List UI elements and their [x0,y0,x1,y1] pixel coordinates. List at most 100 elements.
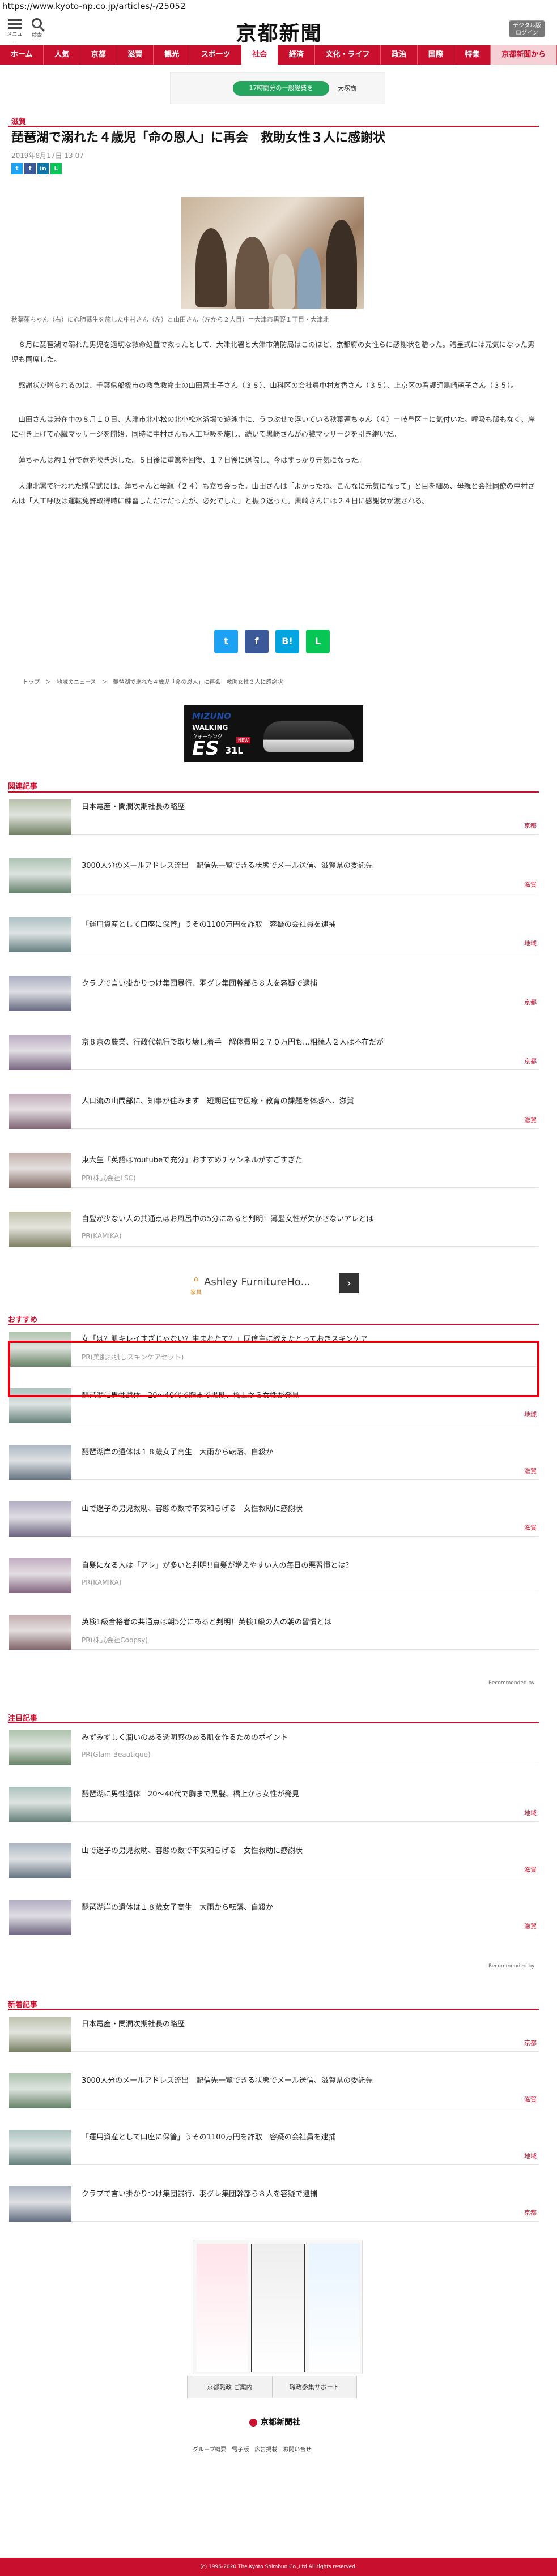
thumbnail [9,2130,71,2165]
article-paragraph: 感謝状が贈られるのは、千葉県船橋市の救急救命士の山田富士子さん（３８）、山科区の… [18,381,518,390]
list-item[interactable]: 「運用資産として口座に保管」うその1100万円を詐取 容疑の会社員を逮捕 地域 [8,913,539,952]
nav-item[interactable]: 特集 [454,45,491,65]
item-title: クラブで言い掛かりつけ集団暴行、羽グレ集団幹部ら８人を容疑で逮捕 [82,2190,318,2198]
footer-links[interactable]: グループ概要 電子版 広告掲載 お問い合せ [193,2445,311,2453]
item-sponsor: PR(株式会社LSC) [82,1174,136,1182]
item-category: 京都 [524,2209,537,2216]
twitter-icon[interactable]: t [11,163,23,174]
nav-item[interactable]: 政治 [381,45,418,65]
list-item[interactable]: 琵琶湖岸の遺体は１８歳女子高生 大雨から転落、自殺か 滋賀 [8,1440,539,1480]
list-item[interactable]: 3000人分のメールアドレス流出 配信先一覧できる状態でメール送信、滋賀県の委託… [8,854,539,893]
list-item[interactable]: クラブで言い掛かりつけ集団暴行、羽グレ集団幹部ら８人を容疑で逮捕 京都 [8,972,539,1011]
list-item[interactable]: 東大生「英語はYoutubeで充分」おすすめチャンネルがすごすぎた PR(株式会社… [8,1148,539,1188]
article-body: ８月に琵琶湖で溺れた男児を適切な救命処置で救ったとして、大津北署と大津市消防局は… [11,337,538,520]
thumbnail [9,858,71,893]
ad-model: ES [192,737,219,760]
digital-login-button[interactable]: デジタル版 ログイン [509,20,545,37]
list-item[interactable]: 自髪が少ない人の共通点はお風呂中の5分にあると判明！薄髪女性が欠かさないアレとは… [8,1207,539,1247]
section-divider [8,126,539,127]
shoe-ad-banner[interactable]: MIZUNO WALKING ウォーキング ES 31L NEW [184,705,363,762]
list-item[interactable]: 3000人分のメールアドレス流出 配信先一覧できる状態でメール送信、滋賀県の委託… [8,2069,539,2108]
facebook-icon[interactable]: f [24,163,36,174]
list-item[interactable]: 人口流の山間部に、知事が住みます 短期居住で医療・教育の課題を体感へ、滋賀 滋賀 [8,1089,539,1129]
furniture-ad[interactable]: ⌂ Ashley FurnitureHo... 家具 › [187,1270,363,1296]
item-category: 滋賀 [524,1866,537,1873]
item-category: 滋賀 [524,2096,537,2103]
nav-item[interactable]: 社会 [241,45,279,65]
list-item[interactable]: 琵琶湖に男性遺体 20～40代で胸まで黒髪、橋上から女性が発見 地域 [8,1782,539,1822]
list-item[interactable]: 日本電産・関潤次期社長の略歴 京都 [8,795,539,835]
photo-person [235,237,269,309]
nav-item[interactable]: 滋賀 [117,45,154,65]
item-title: 山で迷子の男児救助、容態の数で不安和らげる 女性救助に感謝状 [82,1505,303,1513]
section-label: 滋賀 [11,118,27,126]
nav-item[interactable]: ホーム [0,45,44,65]
photo-caption: 秋葉蓮ちゃん（右）に心肺蘇生を施した中村さん（左）と山田さん（左から２人目）＝大… [11,316,329,323]
main-nav: ホーム 人気 京都 滋賀 観光 スポーツ 社会 経済 文化・ライフ 政治 国際 特集 京都新聞から [0,45,557,65]
linkedin-icon[interactable]: in [37,163,49,174]
thumbnail [9,1212,71,1247]
twitter-share-icon[interactable]: t [214,630,238,653]
breadcrumb[interactable]: トップ ＞ 地域のニュース ＞ 琵琶湖で溺れた４歳児「命の恩人」に再会 救助女性… [23,677,283,686]
footer-button[interactable]: 京都職政 ご案内 [188,2376,273,2398]
top-ad-banner[interactable]: 17時間分の一般経費を 大塚商 [170,72,385,104]
article-paragraph: 蓮ちゃんは約１分で意を吹き返した。５日後に重篤を回復、１７日後に退院し、今はすっ… [18,456,365,464]
footer-button[interactable]: 職政参集サポート [273,2376,357,2398]
list-item[interactable]: 日本電産・関潤次期社長の略歴 京都 [8,2012,539,2052]
search-icon [32,18,42,28]
ad-panel [251,2244,305,2372]
item-title: 人口流の山間部に、知事が住みます 短期居住で医療・教育の課題を体感へ、滋賀 [82,1097,354,1106]
recommend-divider [8,1324,539,1325]
item-title: 「運用資産として口座に保管」うその1100万円を詐取 容疑の会社員を逮捕 [82,921,336,929]
browser-url[interactable]: https://www.kyoto-np.co.jp/articles/-/25… [2,1,186,11]
article-photo[interactable] [181,197,364,309]
list-item[interactable]: 琵琶湖岸の遺体は１８歳女子高生 大雨から転落、自殺か滋賀 [8,1895,539,1935]
line-share-icon[interactable]: L [306,630,330,653]
nav-item[interactable]: 観光 [154,45,190,65]
nav-item[interactable]: 京都新聞から [491,45,557,65]
search-button[interactable]: 検索 [28,17,45,40]
search-label: 検索 [31,33,42,38]
list-item[interactable]: みずみずしく潤いのある透明感のある肌を作るためのポイント PR(Glam Beau… [8,1726,539,1765]
item-sponsor: PR(株式会社Coopsy) [82,1636,148,1644]
list-item[interactable]: 山で迷子の男児救助、容態の数で不安和らげる 女性救助に感謝状 滋賀 [8,1497,539,1537]
footer-logo[interactable]: 京都新聞社 [249,2416,300,2428]
home-icon: ⌂ [194,1275,199,1283]
thumbnail [9,1787,71,1822]
item-category: 京都 [524,822,537,829]
ad-model-num: 31L [225,745,244,756]
item-title: 琵琶湖岸の遺体は１８歳女子高生 大雨から転落、自殺か [82,1903,274,1912]
menu-button[interactable]: メニュー [7,17,23,45]
list-item[interactable]: 「運用資産として口座に保管」うその1100万円を詐取 容疑の会社員を逮捕 地域 [8,2125,539,2165]
hatena-share-icon[interactable]: B! [275,630,299,653]
facebook-share-icon[interactable]: f [245,630,269,653]
list-item[interactable]: 自髪になる人は「アレ」が多いと判明!!自髪が増えやすい人の毎日の悪習慣とは？ PR… [8,1554,539,1593]
site-logo[interactable]: 京都新聞 [215,17,343,45]
thumbnail [9,1501,71,1537]
item-title: 自髪が少ない人の共通点はお風呂中の5分にあると判明！薄髪女性が欠かさないアレとは [82,1215,374,1223]
list-item[interactable]: 英検1級合格者の共通点は朝5分にあると判明！英検1級の人の朝の習慣とは PR(株式… [8,1610,539,1650]
newest-divider [8,2009,539,2010]
menu-label: メニュー [7,32,23,45]
chevron-right-icon[interactable]: › [339,1273,359,1293]
photo-person [326,220,357,309]
nav-item[interactable]: 経済 [278,45,315,65]
article-title: 琵琶湖で溺れた４歳児「命の恩人」に再会 救助女性３人に感謝状 [11,131,386,145]
nav-item[interactable]: スポーツ [190,45,242,65]
nav-item[interactable]: 国際 [418,45,454,65]
recommended-by: Recommended by [488,1680,535,1686]
related-divider [8,791,539,793]
list-item[interactable]: 山で迷子の男児救助、容態の数で不安和らげる 女性救助に感謝状 滋賀 [8,1839,539,1878]
article-date: 2019年8月17日 13:07 [11,152,84,160]
manga-ad[interactable] [193,2240,363,2374]
nav-item[interactable]: 京都 [80,45,117,65]
item-category: 滋賀 [524,1923,537,1930]
item-category: 京都 [524,1058,537,1065]
list-item[interactable]: 京８京の農業、行政代執行で取り壊し着手 解体費用２７０万円も…相続人２人は不在だ… [8,1030,539,1070]
nav-item[interactable]: 文化・ライフ [315,45,381,65]
ad-panel [309,2244,360,2372]
footer-buttons: 京都職政 ご案内 職政参集サポート [187,2376,357,2398]
line-icon[interactable]: L [50,163,62,174]
nav-item[interactable]: 人気 [44,45,80,65]
list-item[interactable]: クラブで言い掛かりつけ集団暴行、羽グレ集団幹部ら８人を容疑で逮捕京都 [8,2182,539,2222]
